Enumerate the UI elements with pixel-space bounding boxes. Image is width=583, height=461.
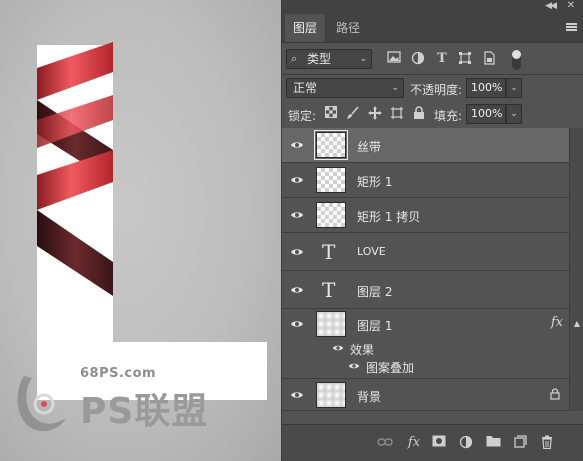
- layer-row[interactable]: 背景: [282, 379, 569, 411]
- effect-pattern-overlay[interactable]: 图案叠加: [366, 359, 414, 376]
- layer-thumbnail[interactable]: [314, 130, 348, 160]
- eye-visibility-icon[interactable]: [290, 173, 304, 187]
- filter-kind-label: 类型: [307, 52, 332, 66]
- layer-thumbnail[interactable]: [316, 382, 346, 408]
- filter-row: ⌕ 类型 ⌄ T: [282, 44, 583, 74]
- collapse-panels-icon[interactable]: ◀◀: [545, 1, 557, 11]
- fx-icon[interactable]: fx: [406, 435, 422, 451]
- filter-smart-object-icon[interactable]: [481, 51, 497, 67]
- layer-name[interactable]: LOVE: [357, 245, 386, 258]
- document-canvas[interactable]: 68PS.com PS联盟: [0, 0, 281, 461]
- opacity-label: 不透明度:: [410, 83, 463, 97]
- layer-row[interactable]: T 图层 2: [282, 271, 569, 309]
- lock-image-pixels-brush-icon[interactable]: [345, 106, 361, 122]
- close-icon[interactable]: ✕: [567, 0, 575, 11]
- eye-visibility-icon[interactable]: [290, 388, 304, 402]
- blend-mode-label: 正常: [293, 81, 318, 95]
- trash-icon[interactable]: [539, 435, 555, 451]
- lock-transparent-pixels-icon[interactable]: [323, 106, 339, 122]
- ps-logo-watermark: [12, 368, 78, 441]
- blend-row: 正常 ⌄ 不透明度: 100% ⌄: [282, 75, 583, 101]
- fx-badge[interactable]: fx: [551, 315, 563, 330]
- lock-row: 锁定: 填充: 100% ⌄: [282, 101, 583, 127]
- eye-visibility-icon[interactable]: [290, 317, 304, 331]
- filter-adjustment-icon[interactable]: [410, 51, 426, 67]
- layer-row[interactable]: T LOVE: [282, 233, 569, 271]
- adjustment-layer-icon[interactable]: [458, 435, 474, 451]
- add-mask-icon[interactable]: [431, 435, 447, 451]
- filter-kind-select[interactable]: ⌕ 类型 ⌄: [286, 49, 372, 69]
- layers-panel: ◀◀ ✕ 图层 路径 ⌕ 类型 ⌄ T 正常 ⌄ 不透明度: 100% ⌄ 锁定…: [281, 0, 583, 461]
- layer-name[interactable]: 丝带: [357, 138, 381, 155]
- chevron-down-icon: ⌄: [391, 83, 399, 93]
- tab-paths[interactable]: 路径: [328, 14, 368, 42]
- effects-label[interactable]: 效果: [350, 341, 374, 358]
- fill-dropdown-button[interactable]: ⌄: [506, 104, 522, 124]
- layer-name[interactable]: 矩形 1: [357, 173, 392, 190]
- layer-name[interactable]: 图层 2: [357, 283, 392, 300]
- watermark-url: 68PS.com: [80, 366, 157, 381]
- opacity-input[interactable]: 100%: [466, 78, 506, 98]
- panel-title-strip: ◀◀ ✕: [282, 0, 583, 14]
- layer-row[interactable]: 矩形 1: [282, 163, 569, 198]
- layer-row[interactable]: 矩形 1 拷贝: [282, 198, 569, 233]
- watermark-brand: PS联盟: [80, 391, 209, 432]
- eye-visibility-icon[interactable]: [290, 245, 304, 259]
- panel-menu-icon[interactable]: [566, 23, 577, 31]
- tab-layers[interactable]: 图层: [285, 14, 327, 42]
- eye-visibility-icon[interactable]: [290, 138, 304, 152]
- filter-toggle-switch[interactable]: [512, 50, 521, 70]
- text-layer-icon[interactable]: T: [322, 278, 335, 302]
- panel-footer: fx: [282, 424, 583, 461]
- opacity-dropdown-button[interactable]: ⌄: [506, 78, 522, 98]
- layer-name[interactable]: 图层 1: [357, 317, 392, 334]
- layers-list: 丝带 矩形 1 矩形 1 拷贝 T LOVE T 图层 2 图层 1 fx 效果…: [282, 128, 583, 411]
- lock-label: 锁定:: [288, 109, 317, 123]
- chevron-up-icon[interactable]: ▲: [574, 319, 580, 328]
- text-layer-icon[interactable]: T: [322, 240, 335, 264]
- eye-visibility-icon[interactable]: [290, 283, 304, 297]
- layers-scrollbar[interactable]: ▲: [569, 128, 583, 411]
- blend-mode-select[interactable]: 正常 ⌄: [286, 78, 404, 98]
- new-layer-icon[interactable]: [512, 435, 528, 451]
- layer-thumbnail[interactable]: [316, 167, 346, 193]
- eye-visibility-icon[interactable]: [332, 342, 346, 356]
- lock-position-move-icon[interactable]: [367, 106, 383, 122]
- chevron-down-icon: ⌄: [359, 54, 367, 64]
- lock-artboard-icon[interactable]: [389, 106, 405, 122]
- filter-shape-icon[interactable]: [457, 51, 473, 67]
- filter-pixel-icon[interactable]: [386, 51, 402, 67]
- link-layers-icon[interactable]: [377, 435, 393, 451]
- layer-thumbnail[interactable]: [316, 202, 346, 228]
- folder-icon[interactable]: [485, 435, 501, 451]
- layer-thumbnail[interactable]: [316, 311, 346, 337]
- eye-visibility-icon[interactable]: [290, 208, 304, 222]
- panel-tab-bar: 图层 路径: [282, 14, 583, 43]
- layer-name[interactable]: 矩形 1 拷贝: [357, 208, 420, 225]
- lock-all-icon[interactable]: [411, 106, 427, 122]
- layer-name[interactable]: 背景: [357, 388, 381, 405]
- layer-row[interactable]: 丝带: [282, 128, 569, 163]
- layer-row[interactable]: 图层 1 fx 效果 图案叠加: [282, 309, 569, 379]
- fill-label: 填充:: [434, 109, 463, 123]
- eye-visibility-icon[interactable]: [348, 360, 362, 374]
- filter-type-icon[interactable]: T: [434, 51, 450, 67]
- search-icon: ⌕: [291, 52, 298, 65]
- fill-input[interactable]: 100%: [466, 104, 506, 124]
- lock-icon[interactable]: [550, 388, 560, 403]
